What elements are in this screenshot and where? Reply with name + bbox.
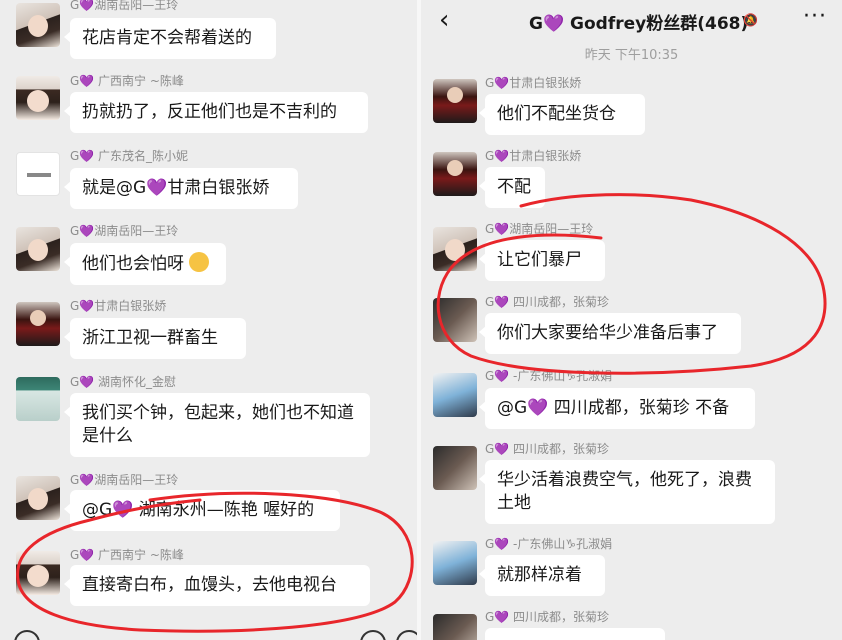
bell-off-icon: 🔕 xyxy=(743,13,758,27)
message-text: 让它们暴尸 xyxy=(497,250,582,270)
avatar[interactable] xyxy=(433,227,477,271)
right-chat-panel[interactable]: ‹ G💜 Godfrey粉丝群(468) 🔕 ··· 昨天 下午10:35 G💜… xyxy=(421,0,842,640)
message-bubble[interactable]: 扔就扔了，反正他们也是不吉利的 xyxy=(64,92,368,133)
message-bubble[interactable]: 花店肯定不会帮着送的 xyxy=(64,18,276,59)
avatar[interactable] xyxy=(16,3,60,47)
avatar[interactable] xyxy=(16,76,60,120)
chat-header: ‹ G💜 Godfrey粉丝群(468) 🔕 ··· xyxy=(421,0,842,42)
sender-name: G💜湖南岳阳—王玲 xyxy=(70,224,179,238)
sender-name: G💜甘肃白银张娇 xyxy=(485,149,582,163)
message-text: 他们不配坐货仓 xyxy=(497,104,616,124)
avatar[interactable] xyxy=(433,541,477,585)
sender-name: G💜 -广东佛山♑孔淑娟 xyxy=(485,369,613,383)
left-chat-panel[interactable]: G💜湖南岳阳—王玲 花店肯定不会帮着送的 G💜 广西南宁 ~陈峰 扔就扔了，反正… xyxy=(0,0,417,640)
avatar[interactable] xyxy=(16,302,60,346)
message-text: 华少活着浪费空气，他死了，浪费土地 xyxy=(497,470,752,513)
sender-name: G💜 广西南宁 ~陈峰 xyxy=(70,548,184,562)
message-text: @G💜 四川成都，张菊珍 不备 xyxy=(497,398,730,418)
message-text: 你们大家要给华少准备后事了 xyxy=(497,323,718,343)
message-bubble[interactable]: 你们大家要给华少准备后事了 xyxy=(479,313,741,354)
message-text: 花店肯定不会帮着送的 xyxy=(82,28,252,48)
message-text: 扔就扔了，反正他们也是不吉利的 xyxy=(82,102,337,122)
sender-name: G💜 湖南怀化_金慰 xyxy=(70,375,177,389)
sender-name: G💜 四川成都，张菊珍 xyxy=(485,442,610,456)
avatar[interactable] xyxy=(433,298,477,342)
message-bubble[interactable]: @G💜 四川成都，张菊珍 不备 xyxy=(479,388,755,429)
avatar[interactable] xyxy=(16,551,60,595)
message-text: 我们买个钟，包起来，她们也不知道是什么 xyxy=(82,403,354,446)
avatar[interactable] xyxy=(16,152,60,196)
more-options-icon[interactable]: ··· xyxy=(803,4,827,29)
screenshot-collage: G💜湖南岳阳—王玲 花店肯定不会帮着送的 G💜 广西南宁 ~陈峰 扔就扔了，反正… xyxy=(0,0,842,640)
sender-name: G💜 广西南宁 ~陈峰 xyxy=(70,74,184,88)
message-bubble[interactable]: 就是@G💜甘肃白银张娇 xyxy=(64,168,298,209)
message-text: 浙江卫视一群畜生 xyxy=(82,328,218,348)
message-bubble[interactable] xyxy=(485,628,665,640)
sender-name: G💜湖南岳阳—王玲 xyxy=(70,473,179,487)
avatar[interactable] xyxy=(433,614,477,640)
sender-name: G💜湖南岳阳—王玲 xyxy=(485,222,594,236)
chat-title: G💜 Godfrey粉丝群(468) xyxy=(529,14,749,34)
add-more-icon[interactable] xyxy=(396,630,417,640)
message-bubble[interactable]: 我们买个钟，包起来，她们也不知道是什么 xyxy=(64,393,370,457)
sender-name: G💜 广东茂名_陈小妮 xyxy=(70,149,189,163)
avatar[interactable] xyxy=(16,377,60,421)
message-text: 他们也会怕呀 xyxy=(82,254,184,274)
message-bubble[interactable]: 他们不配坐货仓 xyxy=(479,94,645,135)
message-bubble[interactable]: 华少活着浪费空气，他死了，浪费土地 xyxy=(479,460,775,524)
sender-name: G💜湖南岳阳—王玲 xyxy=(70,0,179,12)
message-text: @G💜 湖南永州—陈艳 喔好的 xyxy=(82,500,315,520)
chevron-left-icon[interactable]: ‹ xyxy=(439,6,449,34)
voice-input-icon[interactable] xyxy=(14,630,40,640)
message-text: 直接寄白布，血馒头，去他电视台 xyxy=(82,575,337,595)
emoji-picker-icon[interactable] xyxy=(360,630,386,640)
message-bubble[interactable]: @G💜 湖南永州—陈艳 喔好的 xyxy=(64,490,340,531)
message-text: 就那样凉着 xyxy=(497,565,582,585)
sender-name: G💜 -广东佛山♑孔淑娟 xyxy=(485,537,613,551)
sender-name: G💜甘肃白银张娇 xyxy=(70,299,167,313)
message-text: 不配 xyxy=(497,177,531,197)
message-bubble[interactable]: 不配 xyxy=(479,167,545,208)
sender-name: G💜甘肃白银张娇 xyxy=(485,76,582,90)
avatar[interactable] xyxy=(433,373,477,417)
sender-name: G💜 四川成都，张菊珍 xyxy=(485,610,610,624)
message-bubble[interactable]: 直接寄白布，血馒头，去他电视台 xyxy=(64,565,370,606)
avatar[interactable] xyxy=(433,446,477,490)
message-bubble[interactable]: 就那样凉着 xyxy=(479,555,605,596)
avatar[interactable] xyxy=(16,476,60,520)
message-bubble[interactable]: 浙江卫视一群畜生 xyxy=(64,318,246,359)
sender-name: G💜 四川成都，张菊珍 xyxy=(485,295,610,309)
message-bubble[interactable]: 让它们暴尸 xyxy=(479,240,605,281)
message-text: 就是@G💜甘肃白银张娇 xyxy=(82,178,270,198)
avatar[interactable] xyxy=(433,152,477,196)
laughing-crying-emoji-icon xyxy=(189,252,210,272)
avatar[interactable] xyxy=(433,79,477,123)
avatar[interactable] xyxy=(16,227,60,271)
message-bubble[interactable]: 他们也会怕呀 xyxy=(64,243,226,285)
timestamp: 昨天 下午10:35 xyxy=(584,48,679,63)
